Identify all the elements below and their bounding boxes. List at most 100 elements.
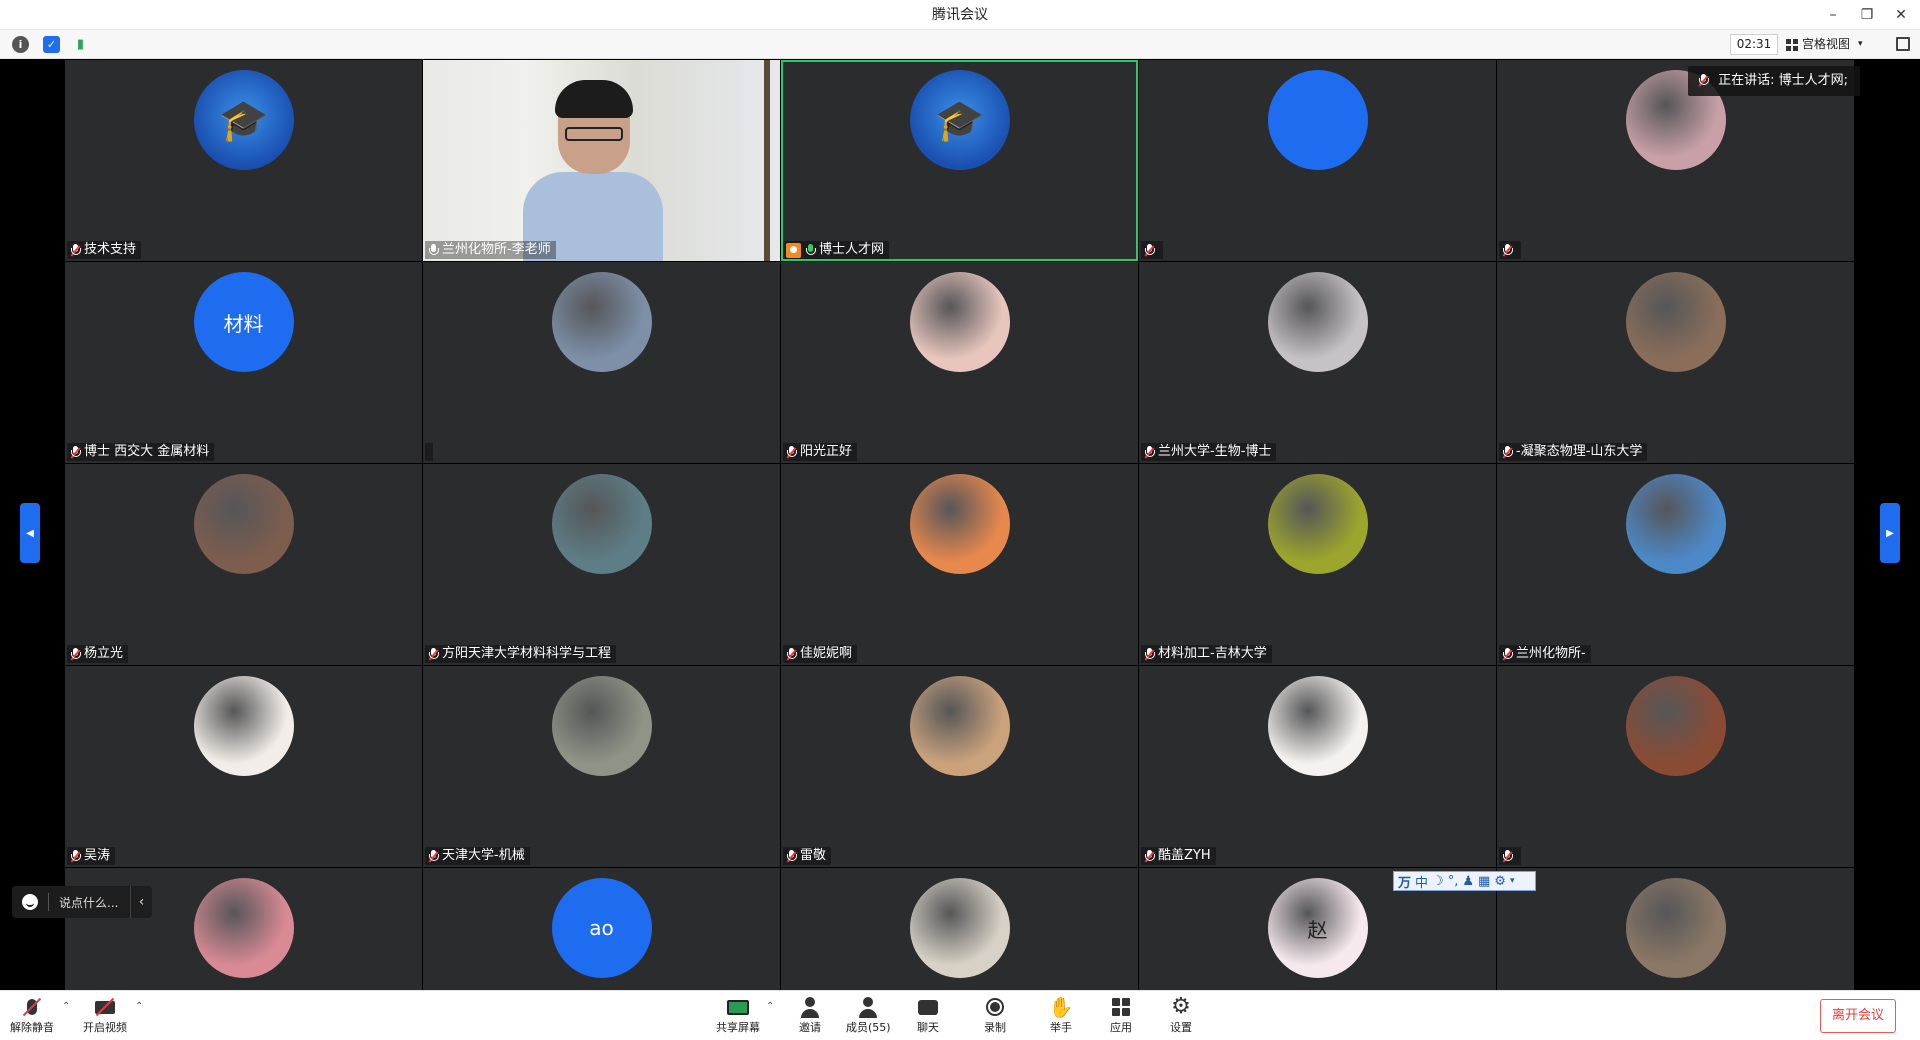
emoji-icon[interactable] xyxy=(22,894,38,910)
mic-muted-icon xyxy=(1698,74,1710,87)
mic-muted-icon xyxy=(428,849,439,863)
participant-tile[interactable]: 阳光正好 xyxy=(781,262,1138,463)
record-button[interactable]: 录制 xyxy=(982,995,1008,1039)
avatar xyxy=(551,676,652,776)
participant-name: 雷敬 xyxy=(800,848,827,863)
participant-tile[interactable]: -凝聚态物理-山东大学 xyxy=(1497,262,1854,463)
participant-tile[interactable] xyxy=(423,262,780,463)
apps-button[interactable]: 应用 xyxy=(1108,995,1134,1039)
record-icon xyxy=(982,995,1008,1019)
participant-tile[interactable]: 🎓 ● 博士人才网 xyxy=(781,60,1138,261)
members-icon xyxy=(855,995,881,1019)
settings-button[interactable]: ⚙ 设置 xyxy=(1168,995,1194,1039)
participant-tile[interactable]: 佳妮妮啊 xyxy=(781,464,1138,665)
chevron-up-icon[interactable]: ⌃ xyxy=(62,1001,70,1012)
chevron-up-icon[interactable]: ⌃ xyxy=(135,1001,143,1012)
mic-muted-icon xyxy=(428,647,439,661)
participant-tile[interactable]: 材料博士 西交大 金属材料 xyxy=(65,262,422,463)
participant-name: 兰州化物所-李老师 xyxy=(442,242,551,257)
mic-muted-icon xyxy=(1502,849,1513,863)
info-icon[interactable]: i xyxy=(12,36,29,53)
view-mode-label: 宫格视图 xyxy=(1802,37,1851,51)
participant-tile[interactable]: 方阳天津大学材料科学与工程 xyxy=(423,464,780,665)
unmute-button[interactable]: 解除静音 xyxy=(10,995,54,1039)
signal-strength-icon[interactable]: ▮ xyxy=(72,36,89,53)
keyboard-icon[interactable]: ▦ xyxy=(1478,874,1490,889)
participant-tile[interactable]: 材料加工-吉林大学 xyxy=(1139,464,1496,665)
avatar xyxy=(1625,676,1726,776)
chevron-down-icon[interactable]: ▾ xyxy=(1510,876,1515,886)
participant-nameplate: 佳妮妮啊 xyxy=(783,645,858,663)
start-video-button[interactable]: 开启视频 xyxy=(83,995,127,1039)
participant-nameplate: 技术支持 xyxy=(67,241,142,259)
avatar xyxy=(1625,474,1726,574)
chevron-up-icon[interactable]: ⌃ xyxy=(766,1001,774,1012)
mic-muted-icon xyxy=(1144,849,1155,863)
ime-logo-icon[interactable]: 万 xyxy=(1398,872,1411,891)
close-button[interactable]: ✕ xyxy=(1884,0,1918,30)
participant-tile[interactable]: ao xyxy=(423,868,780,990)
quick-chat-box[interactable]: 说点什么... ‹ xyxy=(12,886,152,918)
avatar: 🎓 xyxy=(909,70,1010,170)
share-screen-button[interactable]: 共享屏幕 xyxy=(716,995,760,1039)
participant-tile[interactable]: 🎓 技术支持 xyxy=(65,60,422,261)
participant-tile[interactable]: 雷敬 xyxy=(781,666,1138,867)
avatar xyxy=(1267,474,1368,574)
participant-nameplate: -凝聚态物理-山东大学 xyxy=(1499,443,1648,461)
avatar xyxy=(193,676,294,776)
participant-nameplate: 兰州化物所-李老师 xyxy=(425,241,556,259)
chat-button[interactable]: 聊天 xyxy=(915,995,941,1039)
avatar xyxy=(1267,676,1368,776)
logo-icon: 🎓 xyxy=(934,97,985,144)
view-mode-button[interactable]: 宫格视图 ▾ xyxy=(1786,34,1878,55)
members-button[interactable]: 成员(55) xyxy=(846,995,891,1039)
next-page-button[interactable]: ▶ xyxy=(1880,503,1900,563)
participant-nameplate: 博士 西交大 金属材料 xyxy=(67,443,215,461)
mic-muted-icon xyxy=(19,995,45,1019)
participant-tile[interactable] xyxy=(781,868,1138,990)
host-icon: ● xyxy=(786,242,801,258)
avatar: 材料 xyxy=(193,272,294,372)
hand-icon: ✋ xyxy=(1048,995,1074,1019)
security-shield-icon[interactable]: ✓ xyxy=(43,36,60,53)
ime-mode[interactable]: 中 xyxy=(1415,872,1428,891)
chat-input-placeholder[interactable]: 说点什么... xyxy=(59,894,118,911)
ime-toolbar[interactable]: 万 中 ☽ °, ♟ ▦ ⚙ ▾ xyxy=(1393,871,1536,891)
participant-tile[interactable] xyxy=(1139,60,1496,261)
prev-page-button[interactable]: ◀ xyxy=(20,503,40,563)
mic-muted-icon xyxy=(786,445,797,459)
participant-tile[interactable]: 兰州大学-生物-博士 xyxy=(1139,262,1496,463)
avatar xyxy=(551,272,652,372)
participant-tile[interactable]: 天津大学-机械 xyxy=(423,666,780,867)
participant-tile[interactable]: 杨立光 xyxy=(65,464,422,665)
minimize-button[interactable]: – xyxy=(1816,0,1850,30)
avatar xyxy=(193,474,294,574)
participant-nameplate xyxy=(425,443,433,461)
punctuation-icon[interactable]: °, xyxy=(1448,874,1459,889)
participant-nameplate: 雷敬 xyxy=(783,847,832,865)
participant-tile[interactable] xyxy=(1497,666,1854,867)
fullscreen-icon[interactable] xyxy=(1896,37,1910,51)
chevron-down-icon: ▾ xyxy=(1858,39,1863,49)
restore-button[interactable]: ❐ xyxy=(1850,0,1884,30)
avatar: ao xyxy=(551,878,652,978)
user-icon[interactable]: ♟ xyxy=(1462,874,1474,889)
participant-tile[interactable]: 兰州化物所-李老师 xyxy=(423,60,780,261)
participant-tile[interactable]: 酷盖ZYH xyxy=(1139,666,1496,867)
raise-hand-button[interactable]: ✋ 举手 xyxy=(1048,995,1074,1039)
title-bar: 腾讯会议 – ❐ ✕ xyxy=(0,0,1920,30)
participant-nameplate: 吴涛 xyxy=(67,847,116,865)
collapse-chat-button[interactable]: ‹ xyxy=(130,886,152,918)
participant-tile[interactable]: 吴涛 xyxy=(65,666,422,867)
participant-name: 材料加工-吉林大学 xyxy=(1158,646,1267,661)
participant-name: 博士 西交大 金属材料 xyxy=(84,444,210,459)
settings-small-icon[interactable]: ⚙ xyxy=(1494,874,1506,889)
half-width-icon[interactable]: ☽ xyxy=(1432,874,1444,889)
mic-icon xyxy=(428,243,439,257)
leave-meeting-button[interactable]: 离开会议 xyxy=(1820,999,1896,1033)
avatar: 赵 xyxy=(1267,878,1368,978)
invite-button[interactable]: 邀请 xyxy=(797,995,823,1039)
participant-tile[interactable]: 兰州化物所- xyxy=(1497,464,1854,665)
participant-tile[interactable] xyxy=(1497,868,1854,990)
participant-nameplate xyxy=(1499,847,1521,865)
